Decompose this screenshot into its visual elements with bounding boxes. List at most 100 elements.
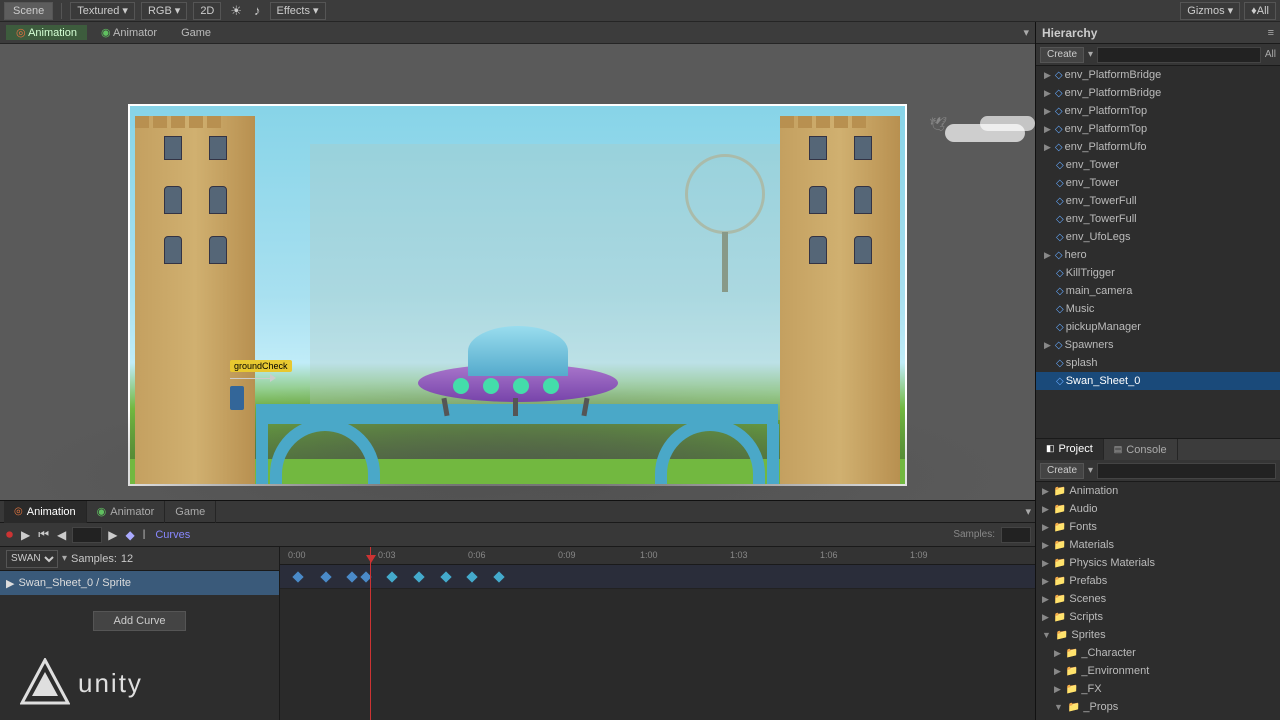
play-btn[interactable]: ▶: [19, 528, 32, 542]
effects-dropdown[interactable]: Effects ▾: [270, 2, 326, 20]
project-panel: Create ▾ ▶ 📁 Animation ▶ 📁 A: [1036, 460, 1280, 720]
ufo-leg-1: [441, 398, 449, 417]
unity-logo: unity: [20, 658, 143, 708]
rgb-dropdown[interactable]: RGB ▾: [141, 2, 187, 20]
hier-item-ufoLegs[interactable]: ◇ env_UfoLegs: [1036, 228, 1280, 246]
folder-icon: 📁: [1054, 576, 1066, 587]
hier-item-pickupmanager[interactable]: ◇ pickupManager: [1036, 318, 1280, 336]
window: [809, 136, 827, 160]
hier-item-platform1[interactable]: ▶ ◇ env_PlatformBridge: [1036, 66, 1280, 84]
proj-item-fx[interactable]: ▶ 📁 _FX: [1036, 680, 1280, 698]
scene-tab[interactable]: Scene: [4, 2, 53, 20]
hier-item-platformtop1[interactable]: ▶ ◇ env_PlatformTop: [1036, 102, 1280, 120]
mode-2d-btn[interactable]: 2D: [193, 2, 221, 20]
proj-item-prefabs[interactable]: ▶ 📁 Prefabs: [1036, 572, 1280, 590]
hier-item-towerfull1[interactable]: ◇ env_TowerFull: [1036, 192, 1280, 210]
minimize-scene[interactable]: ▾: [1023, 26, 1029, 39]
add-curve-btn[interactable]: Add Curve: [93, 611, 187, 631]
animation-panel: ◎ Animation ◉ Animator Game ▾: [0, 500, 1035, 720]
hier-item-platformufo[interactable]: ▶ ◇ env_PlatformUfo: [1036, 138, 1280, 156]
hier-item-tower1[interactable]: ◇ env_Tower: [1036, 156, 1280, 174]
playhead-line: [370, 547, 371, 720]
sun-icon[interactable]: ☀: [227, 3, 245, 19]
timeline-track-sprite: [280, 565, 1035, 589]
hier-item-tower2[interactable]: ◇ env_Tower: [1036, 174, 1280, 192]
timeline-ruler: 0:00 0:03 0:06 0:09 1:00 1:03 1:06 1:09: [280, 547, 1035, 565]
keyframe-7[interactable]: [440, 571, 451, 582]
add-keyframe-btn[interactable]: ◆: [124, 528, 137, 542]
animation-tab[interactable]: ◎ Animation: [6, 25, 87, 40]
hierarchy-list: ▶ ◇ env_PlatformBridge ▶ ◇ env_PlatformB…: [1036, 66, 1280, 438]
proj-create-btn[interactable]: Create: [1040, 463, 1084, 479]
anim-panel-collapse[interactable]: ▾: [1025, 505, 1031, 518]
hier-item-platform2[interactable]: ▶ ◇ env_PlatformBridge: [1036, 84, 1280, 102]
audio-icon[interactable]: ♪: [251, 3, 264, 18]
hier-create-btn[interactable]: Create: [1040, 47, 1084, 63]
gizmos-dropdown[interactable]: Gizmos ▾: [1180, 2, 1240, 20]
bridge-support-right: [767, 424, 779, 484]
anim-track-header: SWAN ▾ Samples: 12: [0, 547, 279, 571]
separator-1: [61, 3, 62, 19]
hier-item-killtrigger[interactable]: ◇ KillTrigger: [1036, 264, 1280, 282]
proj-item-sprites[interactable]: ▼ 📁 Sprites: [1036, 626, 1280, 644]
samples-input[interactable]: 12: [1001, 527, 1031, 543]
animator-tab[interactable]: ◉ Animator: [91, 25, 167, 40]
hier-item-music[interactable]: ◇ Music: [1036, 300, 1280, 318]
anim-tab-game[interactable]: Game: [165, 501, 216, 523]
game-tab[interactable]: Game: [171, 26, 221, 40]
ferris-support: [722, 232, 728, 292]
project-toolbar: Create ▾: [1036, 460, 1280, 482]
project-tab[interactable]: ◧ Project: [1036, 439, 1104, 460]
hierarchy-menu-btn[interactable]: ≡: [1268, 27, 1274, 39]
ufo-light-2: [483, 378, 499, 394]
textured-dropdown[interactable]: Textured ▾: [70, 2, 135, 20]
swan-clip-select[interactable]: SWAN: [6, 550, 58, 568]
all-layers-dropdown[interactable]: ♦All: [1244, 2, 1276, 20]
proj-item-physicsmaterials[interactable]: ▶ 📁 Physics Materials: [1036, 554, 1280, 572]
keyframe-5[interactable]: [386, 571, 397, 582]
anim-tabs: ◎ Animation ◉ Animator Game ▾: [0, 501, 1035, 523]
keyframe-1[interactable]: [292, 571, 303, 582]
ruler-4: 1:00: [640, 550, 658, 560]
console-tab[interactable]: ▤ Console: [1104, 439, 1178, 460]
proj-item-animation[interactable]: ▶ 📁 Animation: [1036, 482, 1280, 500]
proj-item-fonts[interactable]: ▶ 📁 Fonts: [1036, 518, 1280, 536]
window-arch: [164, 186, 182, 214]
hier-item-hero[interactable]: ▶ ◇ hero: [1036, 246, 1280, 264]
battlements-right: [780, 116, 900, 128]
proj-item-character[interactable]: ▶ 📁 _Character: [1036, 644, 1280, 662]
proj-item-environment[interactable]: ▶ 📁 _Environment: [1036, 662, 1280, 680]
project-list: ▶ 📁 Animation ▶ 📁 Audio ▶ 📁 Fonts: [1036, 482, 1280, 720]
hier-search-input[interactable]: [1097, 47, 1261, 63]
hier-item-spawners[interactable]: ▶ ◇ Spawners: [1036, 336, 1280, 354]
keyframe-3[interactable]: [346, 571, 357, 582]
proj-item-bus-folder[interactable]: ▼ 📁 Bus: [1036, 716, 1280, 720]
keyframe-6[interactable]: [413, 571, 424, 582]
curves-btn[interactable]: Curves: [155, 529, 190, 541]
samples-label: Samples:: [953, 529, 995, 540]
hier-item-swansheet0[interactable]: ◇ Swan_Sheet_0: [1036, 372, 1280, 390]
keyframe-9[interactable]: [493, 571, 504, 582]
hier-item-towerfull2[interactable]: ◇ env_TowerFull: [1036, 210, 1280, 228]
time-input[interactable]: 3: [72, 527, 102, 543]
proj-item-scenes[interactable]: ▶ 📁 Scenes: [1036, 590, 1280, 608]
step-back-btn[interactable]: ⏮: [36, 527, 51, 542]
proj-item-audio[interactable]: ▶ 📁 Audio: [1036, 500, 1280, 518]
keyframe-8[interactable]: [466, 571, 477, 582]
proj-item-props[interactable]: ▼ 📁 _Props: [1036, 698, 1280, 716]
anim-tab-animation[interactable]: ◎ Animation: [4, 501, 87, 523]
frame-fwd-btn[interactable]: ▶: [106, 528, 119, 542]
hier-item-platformtop2[interactable]: ▶ ◇ env_PlatformTop: [1036, 120, 1280, 138]
proj-item-scripts[interactable]: ▶ 📁 Scripts: [1036, 608, 1280, 626]
anim-tab-animator[interactable]: ◉ Animator: [87, 501, 166, 523]
hier-item-splash[interactable]: ◇ splash: [1036, 354, 1280, 372]
proj-item-materials[interactable]: ▶ 📁 Materials: [1036, 536, 1280, 554]
hier-item-maincamera[interactable]: ◇ main_camera: [1036, 282, 1280, 300]
keyframe-2[interactable]: [320, 571, 331, 582]
proj-search-input[interactable]: [1097, 463, 1276, 479]
proj-cons-tabs: ◧ Project ▤ Console: [1036, 438, 1280, 460]
record-btn[interactable]: ⏺: [4, 526, 15, 543]
add-event-btn[interactable]: |: [141, 529, 148, 540]
frame-back-btn[interactable]: ◀: [55, 528, 68, 542]
window-arch: [854, 236, 872, 264]
